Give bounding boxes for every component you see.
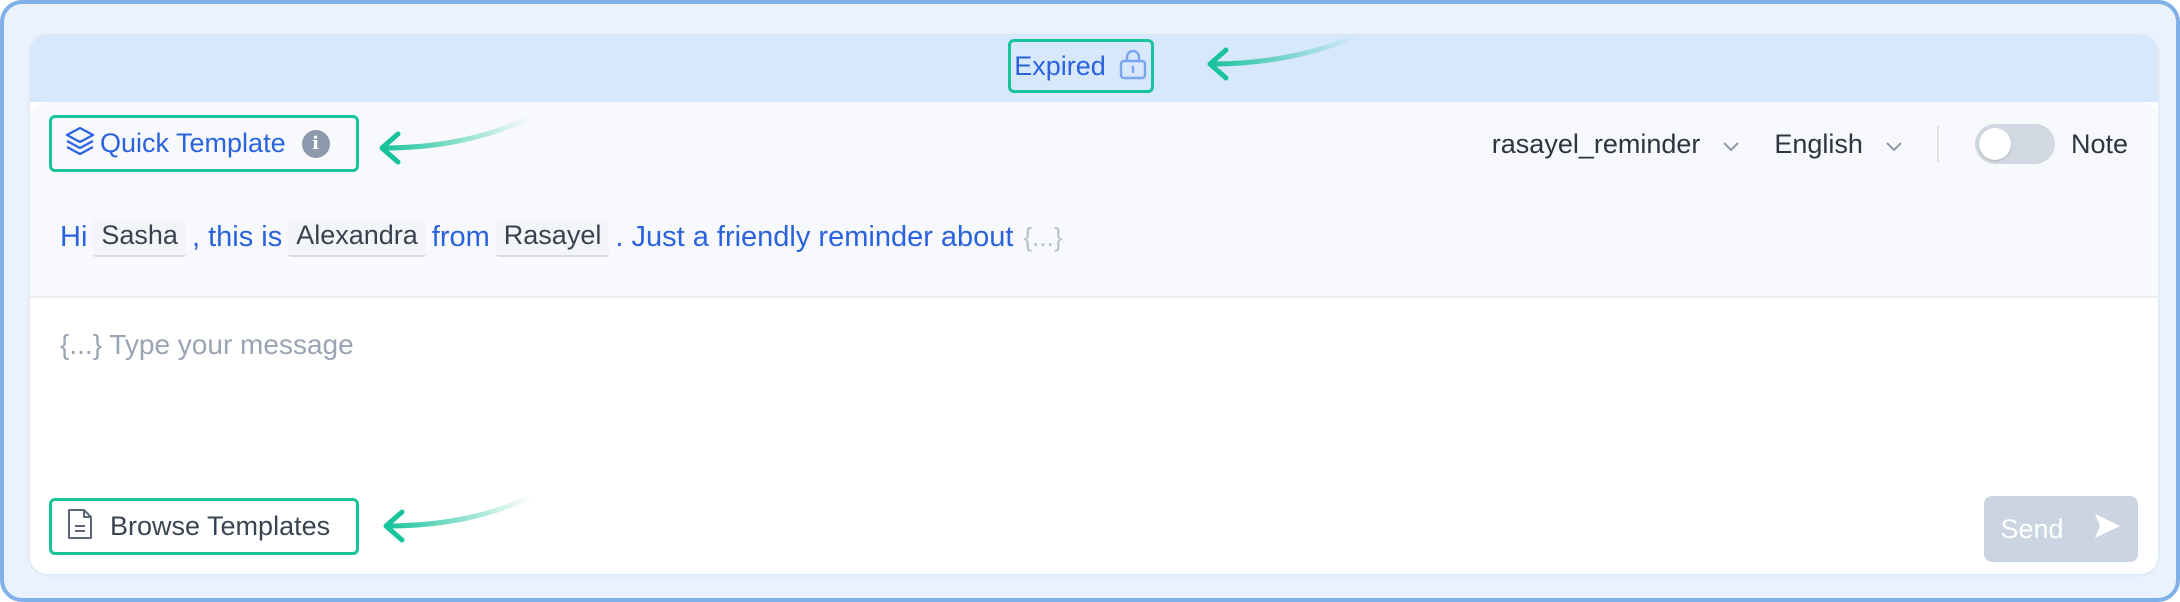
expired-status: Expired [1008, 39, 1154, 93]
divider [1936, 126, 1939, 162]
quick-template-label: Quick Template [100, 128, 286, 158]
template-preview: Hi Sasha , this is Alexandra from Rasaye… [60, 215, 1063, 259]
chevron-down-icon [1722, 129, 1740, 160]
lock-icon [1118, 48, 1148, 85]
quick-template-button[interactable]: Quick Template i [49, 115, 359, 172]
template-text: Hi [60, 220, 88, 253]
template-placeholder[interactable]: {...} [1024, 222, 1063, 253]
note-toggle-label: Note [2070, 128, 2128, 159]
language-select-value: English [1774, 128, 1863, 159]
template-variable-field[interactable]: Sasha [93, 217, 186, 257]
composer-panel: Expired Quick Template i rasayel_reminde… [30, 34, 2158, 574]
chevron-down-icon [1885, 129, 1903, 160]
browse-templates-button[interactable]: Browse Templates [49, 498, 359, 555]
note-toggle[interactable] [1974, 124, 2055, 164]
message-input[interactable]: {...} Type your message [60, 329, 354, 361]
template-text: . Just a friendly reminder about [615, 220, 1014, 253]
expired-label: Expired [1014, 50, 1106, 81]
composer-card: Quick Template i rasayel_reminder Englis… [30, 102, 2158, 574]
annotation-arrow-icon [383, 494, 535, 543]
annotation-arrow-icon [379, 115, 531, 165]
template-text: , this is [191, 220, 283, 253]
template-text: from [431, 220, 490, 253]
info-icon[interactable]: i [301, 129, 330, 158]
browse-templates-label: Browse Templates [110, 511, 331, 541]
template-variable-field[interactable]: Alexandra [288, 217, 426, 257]
template-select-value: rasayel_reminder [1491, 128, 1701, 159]
layers-icon [64, 125, 96, 162]
template-select[interactable]: rasayel_reminder [1492, 129, 1741, 160]
send-label: Send [2000, 513, 2064, 544]
language-select[interactable]: English [1774, 129, 1903, 160]
template-controls: rasayel_reminder English Note [1492, 118, 2128, 170]
annotation-arrow-icon [1207, 33, 1359, 81]
template-header: Quick Template i rasayel_reminder Englis… [30, 102, 2158, 298]
expired-banner: Expired [30, 34, 2158, 102]
toggle-knob [1978, 128, 2011, 160]
send-icon [2092, 511, 2122, 548]
screenshot-frame: Expired Quick Template i rasayel_reminde… [0, 0, 2180, 602]
send-button[interactable]: Send [1984, 496, 2138, 562]
document-icon [66, 507, 94, 546]
template-variable-field[interactable]: Rasayel [495, 217, 610, 257]
